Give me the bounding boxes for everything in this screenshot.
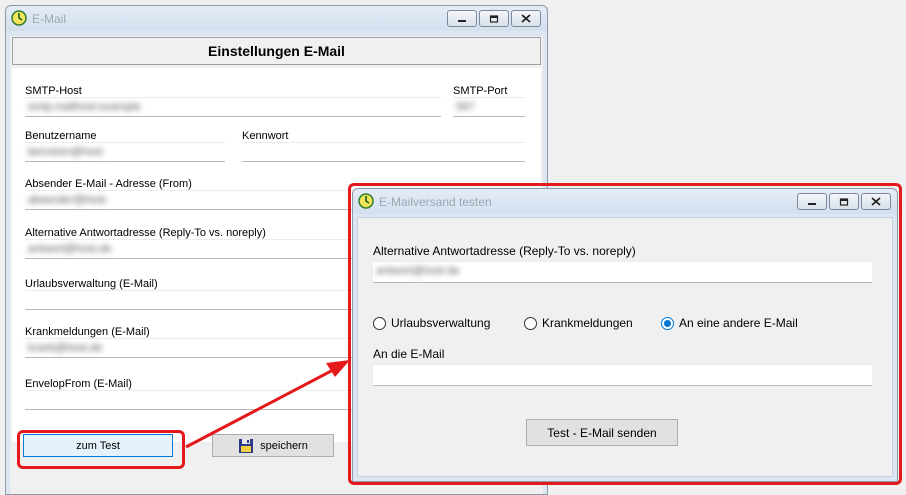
zum-test-label: zum Test	[76, 439, 120, 452]
recipient-input[interactable]	[373, 364, 872, 386]
dialog-reply-to-label: Alternative Antwortadresse (Reply-To vs.…	[373, 244, 636, 258]
close-button[interactable]	[511, 10, 541, 27]
settings-header: Einstellungen E-Mail	[12, 37, 541, 65]
send-test-email-button[interactable]: Test - E-Mail senden	[526, 419, 678, 446]
password-input[interactable]	[242, 142, 525, 162]
smtp-port-input[interactable]: 587	[453, 97, 525, 117]
sender-label: Absender E-Mail - Adresse (From)	[25, 178, 192, 190]
dialog-reply-to-input[interactable]: antwort@host.de	[373, 261, 872, 283]
test-email-dialog: E-Mailversand testen Alternative Antwort…	[352, 188, 898, 482]
dialog-maximize-button[interactable]	[829, 193, 859, 210]
save-button[interactable]: speichern	[212, 434, 334, 457]
dialog-close-button[interactable]	[861, 193, 891, 210]
reply-to-label: Alternative Antwortadresse (Reply-To vs.…	[25, 227, 266, 239]
floppy-disk-icon	[239, 438, 254, 453]
radio-sick-label: Krankmeldungen	[542, 316, 633, 330]
clock-globe-icon	[358, 193, 374, 209]
close-icon	[521, 14, 531, 23]
maximize-button[interactable]	[479, 10, 509, 27]
minimize-button[interactable]	[447, 10, 477, 27]
radio-other-email-circle[interactable]	[661, 316, 674, 330]
close-icon	[871, 197, 881, 206]
dialog-minimize-button[interactable]	[797, 193, 827, 210]
username-input[interactable]: benutzer@host	[25, 142, 225, 162]
maximize-icon	[839, 197, 849, 206]
vacation-label: Urlaubsverwaltung (E-Mail)	[25, 278, 158, 290]
title-bar[interactable]: E-Mail	[6, 6, 547, 31]
envelope-label: EnvelopFrom (E-Mail)	[25, 378, 132, 390]
zum-test-button[interactable]: zum Test	[23, 434, 173, 457]
save-label: speichern	[260, 439, 308, 452]
dialog-client-area: Alternative Antwortadresse (Reply-To vs.…	[357, 217, 893, 477]
send-test-email-label: Test - E-Mail senden	[547, 425, 657, 440]
radio-sick[interactable]: Krankmeldungen	[524, 316, 633, 330]
radio-other-email[interactable]: An eine andere E-Mail	[661, 316, 798, 330]
maximize-icon	[489, 14, 499, 23]
recipient-label: An die E-Mail	[373, 347, 445, 361]
minimize-icon	[808, 202, 816, 205]
radio-vacation-circle[interactable]	[373, 316, 386, 330]
smtp-port-label: SMTP-Port	[453, 85, 508, 97]
window-title: E-Mail	[32, 12, 67, 26]
minimize-icon	[458, 19, 466, 22]
smtp-host-input[interactable]: smtp.mailhost.example	[25, 97, 441, 117]
sick-label: Krankmeldungen (E-Mail)	[25, 326, 150, 338]
username-label: Benutzername	[25, 130, 97, 142]
dialog-title: E-Mailversand testen	[379, 195, 492, 209]
radio-sick-circle[interactable]	[524, 316, 537, 330]
password-label: Kennwort	[242, 130, 289, 142]
radio-vacation-label: Urlaubsverwaltung	[391, 316, 491, 330]
radio-vacation[interactable]: Urlaubsverwaltung	[373, 316, 490, 330]
radio-other-email-label: An eine andere E-Mail	[679, 316, 798, 330]
clock-globe-icon	[11, 10, 27, 26]
dialog-title-bar[interactable]: E-Mailversand testen	[353, 189, 897, 214]
smtp-host-label: SMTP-Host	[25, 85, 82, 97]
